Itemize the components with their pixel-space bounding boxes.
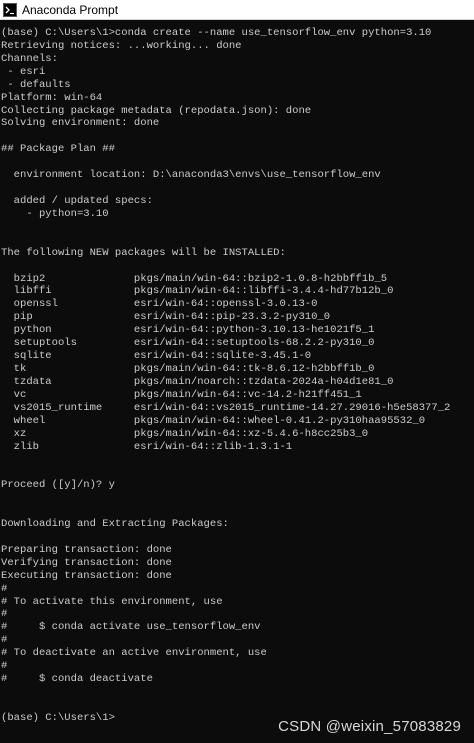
console-line: bzip2 pkgs/main/win-64::bzip2-1.0.8-h2bb… — [1, 272, 388, 285]
console-line: added / updated specs: — [1, 194, 153, 207]
console-line: Collecting package metadata (repodata.js… — [1, 104, 312, 117]
console-line: - defaults — [1, 78, 71, 91]
console-line: Retrieving notices: ...working... done — [1, 39, 242, 52]
console-line: Platform: win-64 — [1, 91, 103, 104]
console-line: - python=3.10 — [1, 207, 109, 220]
console-output[interactable]: (base) C:\Users\1>conda create --name us… — [1, 27, 474, 743]
console-line: Executing transaction: done — [1, 569, 172, 582]
console-line: Proceed ([y]/n)? y — [1, 479, 115, 492]
console-line: - esri — [1, 65, 46, 78]
console-line: zlib esri/win-64::zlib-1.3.1-1 — [1, 440, 293, 453]
console-line: sqlite esri/win-64::sqlite-3.45.1-0 — [1, 350, 312, 363]
console-line: # — [1, 582, 8, 595]
console-line: # To activate this environment, use — [1, 595, 223, 608]
console-line: tzdata pkgs/main/noarch::tzdata-2024a-h0… — [1, 375, 394, 388]
console-line: pip esri/win-64::pip-23.3.2-py310_0 — [1, 311, 331, 324]
console-line: # $ conda activate use_tensorflow_env — [1, 621, 261, 634]
console-line: setuptools esri/win-64::setuptools-68.2.… — [1, 337, 375, 350]
console-line: Solving environment: done — [1, 117, 160, 130]
console-line: Channels: — [1, 52, 58, 65]
console-line: # — [1, 608, 8, 621]
console-line: Downloading and Extracting Packages: — [1, 518, 229, 531]
console-line: The following NEW packages will be INSTA… — [1, 246, 286, 259]
window-title: Anaconda Prompt — [22, 2, 119, 17]
console-line: openssl esri/win-64::openssl-3.0.13-0 — [1, 298, 318, 311]
console-line: # To deactivate an active environment, u… — [1, 647, 267, 660]
console-line: tk pkgs/main/win-64::tk-8.6.12-h2bbff1b_… — [1, 362, 375, 375]
console-line: Preparing transaction: done — [1, 543, 172, 556]
console-line: (base) C:\Users\1>conda create --name us… — [1, 27, 432, 39]
anaconda-prompt-window: Anaconda Prompt (base) C:\Users\1>conda … — [0, 0, 474, 743]
console-line: xz pkgs/main/win-64::xz-5.4.6-h8cc25b3_0 — [1, 427, 369, 440]
terminal-prompt-icon — [3, 2, 17, 17]
console-line: python esri/win-64::python-3.10.13-he102… — [1, 324, 375, 337]
console-line: environment location: D:\anaconda3\envs\… — [1, 169, 381, 182]
console-line: # $ conda deactivate — [1, 673, 153, 686]
console-line: Verifying transaction: done — [1, 556, 172, 569]
console-line: vc pkgs/main/win-64::vc-14.2-h21ff451_1 — [1, 388, 362, 401]
console-line: wheel pkgs/main/win-64::wheel-0.41.2-py3… — [1, 414, 426, 427]
title-bar[interactable]: Anaconda Prompt — [0, 0, 474, 20]
console-line: ## Package Plan ## — [1, 143, 115, 156]
console-line: vs2015_runtime esri/win-64::vs2015_runti… — [1, 401, 451, 414]
watermark: CSDN @weixin_57083829 — [278, 718, 461, 735]
console-line: libffi pkgs/main/win-64::libffi-3.4.4-hd… — [1, 285, 394, 298]
console-line: # — [1, 634, 8, 647]
console-line: # — [1, 660, 8, 673]
